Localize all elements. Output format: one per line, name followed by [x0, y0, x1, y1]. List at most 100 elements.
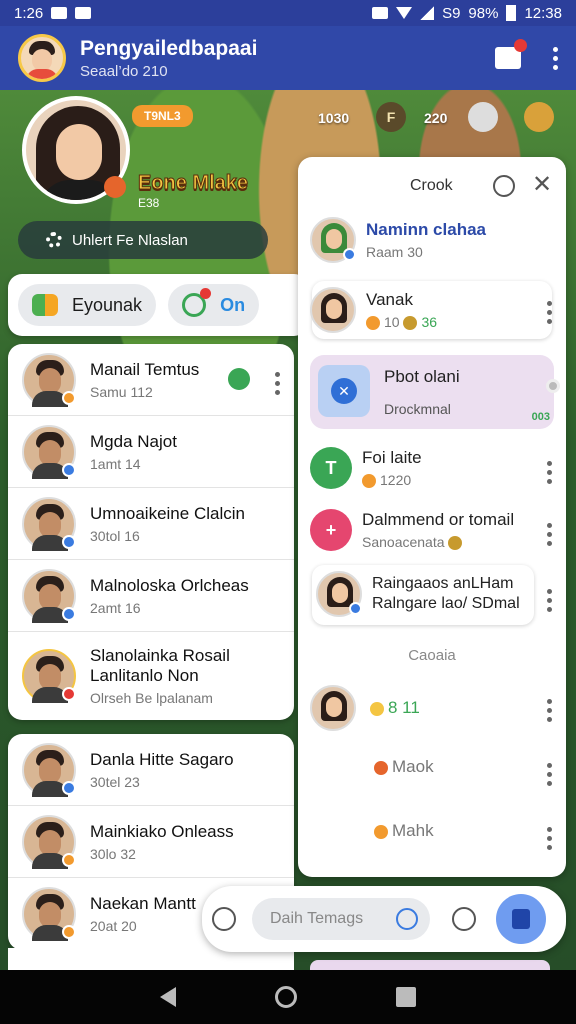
badge-icon — [362, 474, 376, 489]
send-button[interactable] — [496, 894, 546, 944]
item-sub: Ralngare lao/ SDmal — [372, 595, 520, 612]
more-icon[interactable] — [547, 827, 552, 850]
status-ring-icon — [182, 288, 212, 317]
game-title: Eone Mlake — [137, 172, 249, 195]
list-item[interactable]: + Dalmmend or tomail Sanoacenata — [310, 509, 554, 551]
contact-sub: 30lo 32 — [90, 845, 136, 862]
cancel-button[interactable]: ✕ — [318, 365, 370, 417]
notifications-list-icon[interactable] — [495, 39, 527, 69]
avatar — [310, 217, 356, 263]
tabs-bar: Eyounak On — [8, 274, 308, 336]
list-item[interactable]: T Foi laite 1220 — [310, 447, 554, 489]
gear-icon — [46, 232, 62, 248]
contact-name: Mgda Najot — [90, 431, 177, 451]
list-item[interactable]: Raingaaos anLHam Ralngare lao/ SDmal — [316, 571, 538, 617]
panel-card-stat2: 36 — [421, 313, 438, 330]
recents-icon[interactable] — [396, 987, 417, 1007]
send-icon — [512, 909, 530, 929]
game-subtitle: E38 — [138, 196, 160, 210]
sticker-icon[interactable] — [212, 907, 236, 931]
smiley-icon[interactable] — [452, 907, 476, 931]
emoji-icon — [374, 760, 388, 775]
list-item[interactable]: Danla Hitte Sagaro 30tel 23 — [8, 734, 294, 806]
plus-icon: + — [310, 509, 352, 551]
panel-title: Crook — [410, 177, 453, 194]
contact-sub: 30tol 16 — [90, 527, 140, 544]
more-icon[interactable] — [547, 301, 552, 324]
app-title: Pengyailedbapaai — [80, 36, 258, 60]
game-dots-icon[interactable] — [468, 102, 498, 132]
list-item[interactable]: 8 11 — [310, 685, 554, 731]
list-item[interactable]: Manail Temtus Samu 112 — [8, 344, 294, 416]
battery-percent: 98% — [468, 4, 499, 22]
list-item[interactable]: Mgda Najot 1amt 14 — [8, 416, 294, 488]
chat-icon[interactable] — [228, 368, 250, 390]
list-item[interactable]: Mainkiako Onleass 30lo 32 — [8, 806, 294, 878]
game-badge: T9NL3 — [132, 105, 193, 127]
list-item[interactable]: Umnoaikeine Clalcin 30tol 16 — [8, 488, 294, 560]
item-label: 8 11 — [388, 698, 420, 717]
more-icon[interactable] — [547, 589, 552, 612]
list-item[interactable]: Maok — [374, 757, 554, 786]
status-tag — [62, 462, 76, 477]
chat-bubble-icon — [32, 294, 58, 316]
list-item[interactable]: Mahk — [374, 821, 554, 850]
more-icon[interactable] — [547, 763, 552, 786]
contact-sub: Samu 112 — [90, 383, 153, 400]
message-input[interactable]: Daih Temags — [252, 898, 430, 940]
message-input-placeholder: Daih Temags — [270, 910, 364, 927]
contact-sub: Olrseh Be lpalanam — [90, 690, 213, 706]
eye-icon[interactable] — [546, 379, 560, 393]
verified-icon — [343, 248, 356, 261]
status-tag — [62, 534, 76, 549]
list-item[interactable]: Slanolainka Rosail Lanlitanlo Non Olrseh… — [8, 632, 294, 720]
contact-name: Naekan Mantt — [90, 894, 196, 913]
tab-eyounak[interactable]: Eyounak — [18, 284, 157, 326]
status-bar: 1:26 S9 98% 12:38 — [0, 0, 576, 26]
contact-sub: 2amt 16 — [90, 599, 141, 616]
avatar — [22, 496, 76, 551]
item-title: Raingaaos anLHam — [372, 575, 514, 592]
more-icon[interactable] — [547, 461, 552, 484]
panel-card-name: Vanak — [366, 289, 413, 309]
list-item[interactable]: Malnoloska Orlcheas 2amt 16 — [8, 560, 294, 632]
profile-avatar[interactable] — [18, 34, 66, 82]
avatar — [22, 424, 76, 479]
app-bar: Pengyailedbapaai Seaal’do 210 — [0, 26, 576, 90]
emoji-icon[interactable] — [396, 908, 418, 930]
highlighted-item[interactable]: ✕ Pbot olani Drockmnal 003 — [310, 355, 560, 429]
item-label: Mahk — [392, 821, 434, 840]
game-coin-icon[interactable] — [524, 102, 554, 132]
contact-name: Mainkiako Onleass — [90, 821, 234, 841]
tab-on[interactable]: On — [168, 284, 260, 326]
photo-icon — [75, 7, 92, 19]
game-chip-f[interactable]: F — [376, 102, 406, 132]
app-subtitle: Seaal’do 210 — [80, 62, 168, 80]
signal-text: S9 — [442, 4, 461, 22]
back-icon[interactable] — [159, 987, 176, 1007]
emoji-icon[interactable] — [493, 175, 515, 197]
section-label: Caoaia — [408, 647, 456, 664]
game-pill-button[interactable]: Uhlert Fe Nlaslan — [18, 221, 268, 259]
panel-user-name: Naminn clahaa — [366, 220, 486, 239]
close-icon[interactable]: ✕ — [532, 173, 552, 197]
panel-user[interactable]: Naminn clahaa Raam 30 — [310, 217, 554, 263]
game-title-icon — [104, 176, 126, 198]
more-icon[interactable] — [547, 699, 552, 722]
panel-user-sub: Raam 30 — [366, 244, 423, 260]
tab-label: Eyounak — [72, 294, 143, 315]
more-icon[interactable] — [275, 372, 280, 395]
overflow-menu-icon[interactable] — [553, 46, 558, 70]
wifi-icon — [396, 7, 413, 19]
item-title: Foi laite — [362, 447, 422, 467]
more-icon[interactable] — [547, 523, 552, 546]
contact-name: Danla Hitte Sagaro — [90, 749, 234, 769]
panel-card-row[interactable]: Vanak 10 36 — [310, 287, 554, 333]
emoji-icon — [374, 824, 388, 839]
panel-header: Crook ✕ — [298, 157, 566, 217]
avatar — [316, 571, 362, 617]
panel-peek — [310, 960, 550, 970]
home-icon[interactable] — [274, 986, 297, 1008]
contact-sub: 30tel 23 — [90, 773, 140, 790]
emoji-badge-icon — [448, 536, 463, 551]
